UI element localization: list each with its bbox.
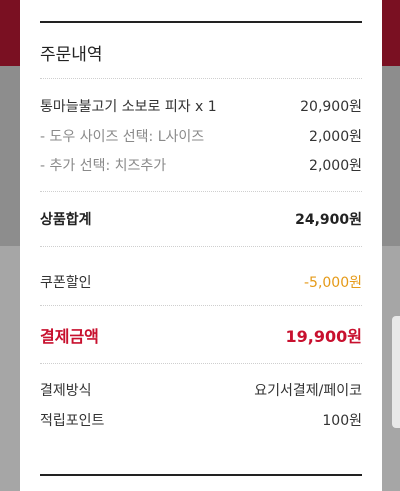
payment-method-label: 결제방식 <box>40 383 92 399</box>
divider <box>40 191 362 192</box>
total-label: 결제금액 <box>40 327 99 346</box>
order-item-price: 20,900원 <box>300 99 362 115</box>
order-item-label: 통마늘불고기 소보로 피자 x 1 <box>40 99 217 115</box>
payment-method-row: 결제방식 요기서결제/페이코 <box>40 378 362 402</box>
option-label: - 추가 선택: 치즈추가 <box>40 158 167 174</box>
option-price: 2,000원 <box>309 129 362 145</box>
coupon-row: 쿠폰할인 -5,000원 <box>40 270 362 294</box>
order-section-title: 주문내역 <box>40 45 103 65</box>
payment-method-value: 요기서결제/페이코 <box>254 383 362 399</box>
total-value: 19,900원 <box>285 327 362 346</box>
subtotal-value: 24,900원 <box>295 212 362 228</box>
order-details-card[interactable]: 주문내역 통마늘불고기 소보로 피자 x 1 20,900원 - 도우 사이즈 … <box>20 0 382 491</box>
divider <box>40 305 362 306</box>
option-label: - 도우 사이즈 선택: L사이즈 <box>40 129 205 145</box>
option-row-extra: - 추가 선택: 치즈추가 2,000원 <box>40 153 362 177</box>
points-row: 적립포인트 100원 <box>40 408 362 432</box>
points-value: 100원 <box>322 413 362 429</box>
divider <box>40 78 362 79</box>
scrollbar-handle[interactable] <box>392 316 400 428</box>
top-divider <box>40 21 362 23</box>
divider <box>40 246 362 247</box>
order-item-row: 통마늘불고기 소보로 피자 x 1 20,900원 <box>40 94 362 118</box>
subtotal-row: 상품합계 24,900원 <box>40 207 362 231</box>
option-price: 2,000원 <box>309 158 362 174</box>
points-label: 적립포인트 <box>40 413 105 429</box>
total-row: 결제금액 19,900원 <box>40 323 362 347</box>
coupon-label: 쿠폰할인 <box>40 275 92 291</box>
subtotal-label: 상품합계 <box>40 212 92 228</box>
coupon-discount-value: -5,000원 <box>303 275 362 291</box>
divider <box>40 363 362 364</box>
option-row-dough-size: - 도우 사이즈 선택: L사이즈 2,000원 <box>40 124 362 148</box>
bottom-divider <box>40 474 362 476</box>
